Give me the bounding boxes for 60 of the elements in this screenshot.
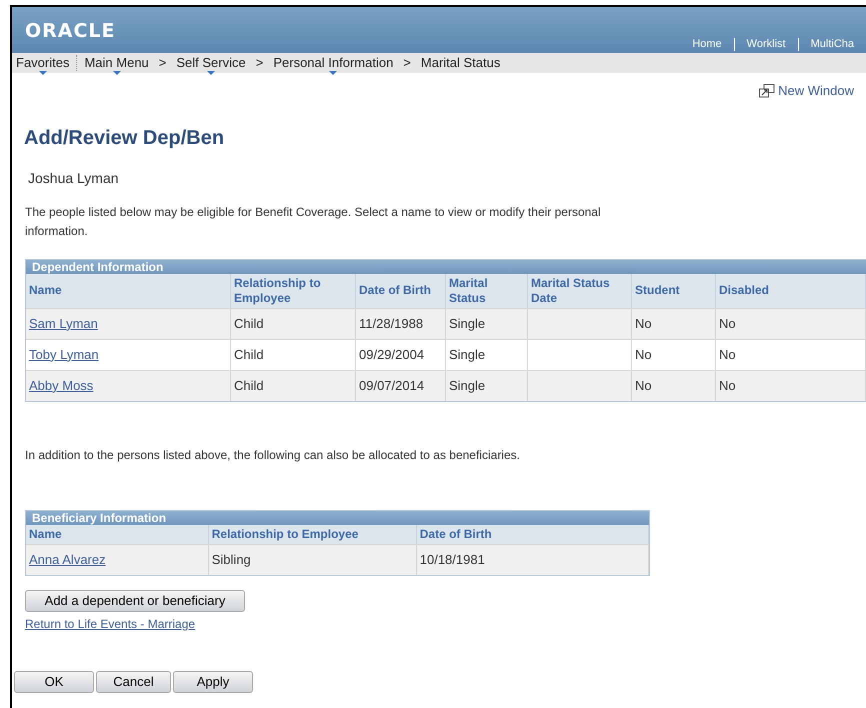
add-dependent-button[interactable]: Add a dependent or beneficiary — [25, 590, 245, 612]
column-header: Name — [26, 274, 231, 308]
action-button[interactable]: Apply — [173, 670, 253, 692]
breadcrumb-item[interactable]: Marital Status — [416, 54, 504, 74]
new-window-icon[interactable] — [759, 84, 776, 98]
table-cell: No — [635, 346, 652, 362]
table-cell: 10/18/1981 — [420, 552, 485, 567]
grid-title: Beneficiary Information — [26, 510, 649, 524]
table-cell: Child — [234, 346, 264, 362]
table-cell: Single — [449, 346, 486, 362]
breadcrumb-separator: > — [254, 54, 264, 72]
action-button[interactable]: Cancel — [96, 670, 171, 692]
table-cell: Child — [234, 378, 264, 393]
page-title: Add/Review Dep/Ben — [24, 126, 226, 150]
return-link[interactable]: Return to Life Events - Marriage — [25, 616, 196, 630]
table-cell: Single — [449, 316, 486, 331]
dropdown-icon[interactable] — [112, 70, 121, 74]
action-button[interactable]: OK — [14, 670, 94, 692]
dropdown-icon[interactable] — [207, 70, 216, 74]
table-cell: Single — [449, 378, 486, 393]
column-header: Date of Birth — [416, 524, 649, 544]
column-header: Date of Birth — [356, 274, 446, 308]
header-link[interactable]: MultiCha — [798, 38, 866, 51]
column-header: Marital Status — [446, 274, 528, 308]
table-cell: 09/29/2004 — [359, 346, 424, 362]
column-header: Disabled — [716, 274, 866, 308]
column-header: Relationship to Employee — [231, 274, 356, 308]
table-cell: No — [635, 316, 652, 331]
column-header: Name — [26, 524, 209, 544]
name-link[interactable]: Toby Lyman — [29, 346, 99, 362]
dropdown-icon[interactable] — [329, 70, 338, 74]
intro-text: The people listed below may be eligible for Benefit Coverage. Select a name to view or modify their personal information. — [25, 204, 602, 240]
table-cell: No — [719, 316, 736, 331]
table-cell: No — [719, 346, 736, 362]
breadcrumb-item[interactable]: Main Menu — [80, 54, 153, 74]
table-cell: Child — [234, 316, 264, 331]
breadcrumb-separator: > — [158, 54, 168, 72]
table-cell: Sibling — [212, 552, 251, 567]
name-link[interactable]: Abby Moss — [29, 378, 94, 393]
employee-name: Joshua Lyman — [28, 168, 120, 188]
table-cell: 09/07/2014 — [359, 378, 424, 393]
header-link[interactable]: Home — [680, 38, 734, 51]
grid-title: Dependent Information — [26, 260, 866, 274]
table-cell: No — [719, 378, 736, 393]
name-link[interactable]: Anna Alvarez — [29, 552, 106, 567]
table-cell: 11/28/1988 — [359, 316, 424, 331]
oracle-logo: ORACLE — [25, 19, 116, 44]
breadcrumb-item[interactable]: Personal Information — [269, 54, 398, 74]
column-header: Marital Status Date — [528, 274, 632, 308]
column-header: Student — [632, 274, 716, 308]
breadcrumb-separator: > — [402, 54, 412, 72]
new-window-link[interactable]: New Window — [778, 81, 854, 100]
header-link[interactable]: Worklist — [734, 38, 798, 51]
table-cell: No — [635, 378, 652, 393]
column-header: Relationship to Employee — [208, 524, 417, 544]
dropdown-icon[interactable] — [38, 70, 47, 74]
breadcrumb-item[interactable]: Favorites — [12, 54, 74, 74]
note-text: In addition to the persons listed above, the following can also be allocated to as beneficiaries. — [25, 446, 521, 464]
breadcrumb-item[interactable]: Self Service — [172, 54, 250, 74]
name-link[interactable]: Sam Lyman — [29, 316, 98, 331]
